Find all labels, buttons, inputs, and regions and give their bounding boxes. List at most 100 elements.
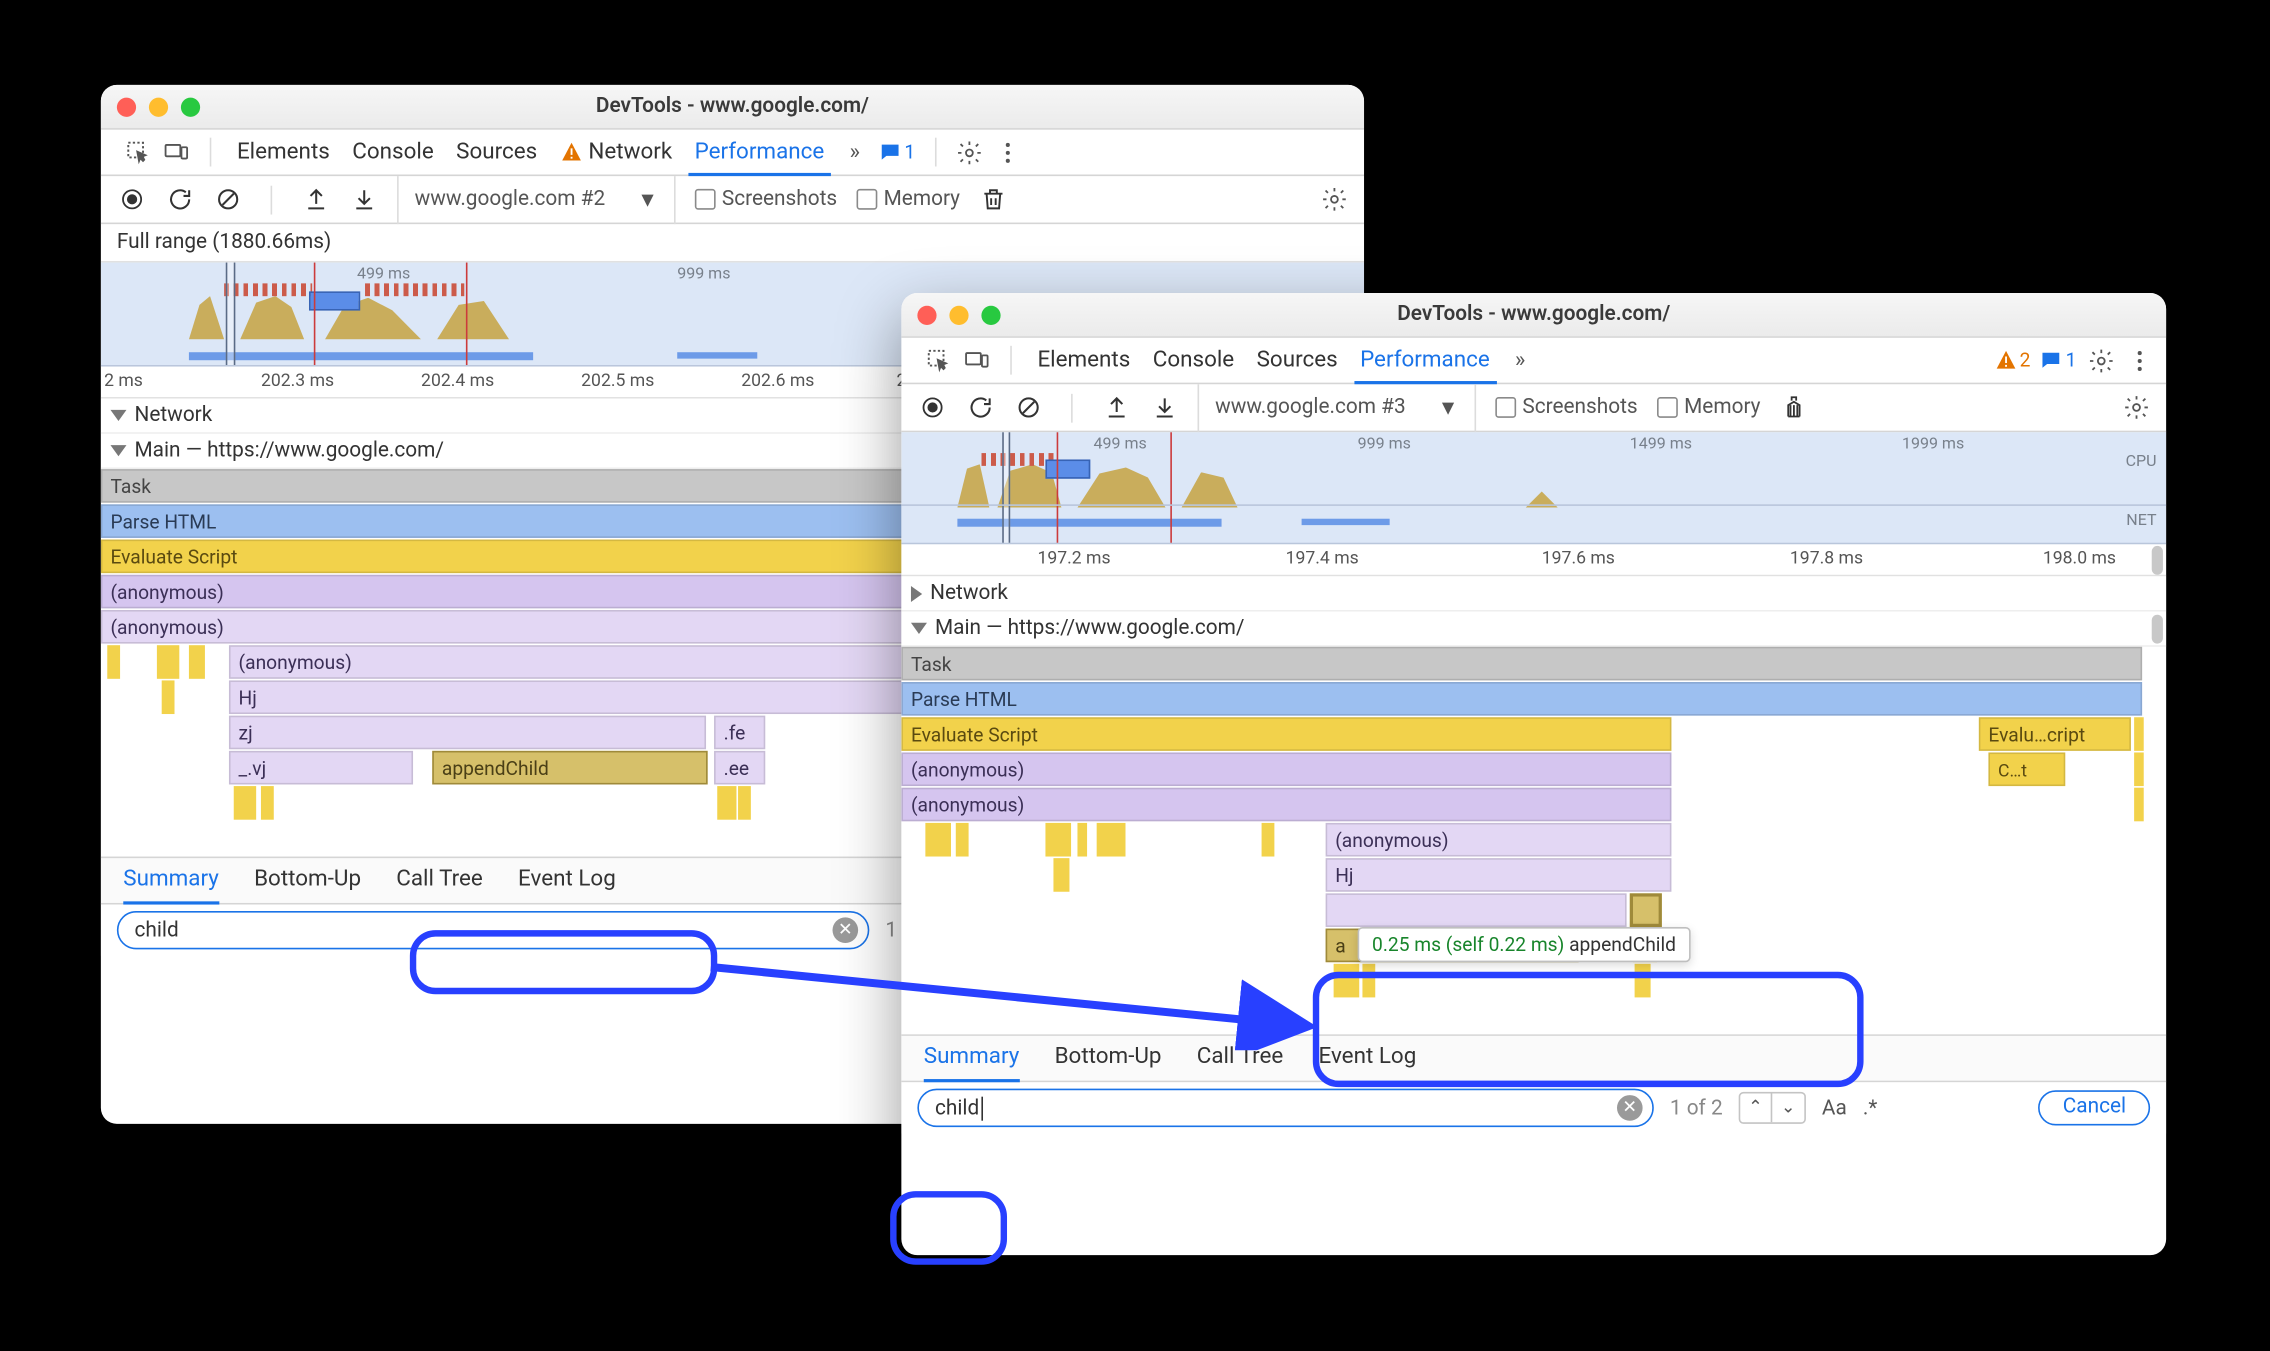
scroll-thumb[interactable] xyxy=(2152,546,2163,575)
flame-zj[interactable]: zj xyxy=(229,716,706,750)
tab-console[interactable]: Console xyxy=(346,129,440,175)
perf-settings-icon[interactable] xyxy=(1319,185,1348,214)
flame-append[interactable]: appendChild xyxy=(432,751,707,785)
tab-sources[interactable]: Sources xyxy=(450,129,544,175)
search-input[interactable]: child ✕ xyxy=(917,1089,1653,1127)
flame-slice[interactable] xyxy=(1630,893,1662,927)
match-case-toggle[interactable]: Aa xyxy=(1822,1096,1847,1120)
flame-slice[interactable] xyxy=(1334,964,1360,998)
tab-elements[interactable]: Elements xyxy=(231,129,337,175)
clear-icon[interactable] xyxy=(1013,393,1042,422)
flame-slice[interactable] xyxy=(162,680,175,714)
tab-console[interactable]: Console xyxy=(1146,337,1240,383)
tab-performance[interactable]: Performance xyxy=(688,130,830,176)
flame-slice[interactable] xyxy=(1045,823,1071,857)
flame-eval-short[interactable]: Evalu…cript xyxy=(1979,717,2131,751)
reload-icon[interactable] xyxy=(165,185,194,214)
flame-anon1[interactable]: (anonymous) xyxy=(901,752,1671,786)
flame-slice[interactable] xyxy=(1362,964,1375,998)
flame-slice[interactable] xyxy=(1262,823,1275,857)
reload-icon[interactable] xyxy=(965,393,994,422)
upload-icon[interactable] xyxy=(1101,393,1130,422)
screenshots-toggle[interactable]: Screenshots xyxy=(1495,395,1638,419)
recording-select[interactable]: www.google.com #3 ▼ xyxy=(1198,383,1476,431)
flame-slice[interactable] xyxy=(157,645,179,679)
screenshots-toggle[interactable]: Screenshots xyxy=(695,187,838,211)
flame-parse[interactable]: Parse HTML xyxy=(901,682,2142,716)
messages-badge[interactable]: 1 xyxy=(879,141,915,163)
perf-settings-icon[interactable] xyxy=(2121,393,2150,422)
download-icon[interactable] xyxy=(349,185,378,214)
trash-icon[interactable] xyxy=(979,185,1008,214)
clear-icon[interactable] xyxy=(213,185,242,214)
device-icon[interactable] xyxy=(962,346,991,375)
flame-ct[interactable]: C…t xyxy=(1988,752,2065,786)
flame-slice[interactable] xyxy=(261,786,274,820)
main-track-header[interactable]: Main — https://www.google.com/ xyxy=(901,612,2166,647)
flame-slice[interactable] xyxy=(2134,752,2144,786)
inspect-icon[interactable] xyxy=(123,138,152,167)
flame-vj[interactable]: _.vj xyxy=(229,751,413,785)
flame-anon3[interactable]: (anonymous) xyxy=(1326,823,1672,857)
flame-slice[interactable] xyxy=(738,786,751,820)
flame-slice[interactable] xyxy=(234,786,256,820)
eventlog-tab[interactable]: Event Log xyxy=(518,855,616,903)
tab-performance[interactable]: Performance xyxy=(1354,338,1496,384)
traffic-lights[interactable] xyxy=(917,305,1000,324)
cancel-button[interactable]: Cancel xyxy=(2039,1090,2150,1125)
flame-slice[interactable] xyxy=(107,645,120,679)
kebab-icon[interactable] xyxy=(994,138,1023,167)
memory-toggle[interactable]: Memory xyxy=(1657,395,1761,419)
flame-slice[interactable] xyxy=(189,645,205,679)
traffic-lights[interactable] xyxy=(117,97,200,116)
bottomup-tab[interactable]: Bottom-Up xyxy=(254,855,361,903)
warnings-badge[interactable]: 2 xyxy=(1994,349,2030,371)
more-tabs-icon[interactable]: » xyxy=(840,138,869,167)
inspect-icon[interactable] xyxy=(924,346,953,375)
messages-badge[interactable]: 1 xyxy=(2040,349,2076,371)
flame-slice[interactable] xyxy=(1635,964,1651,998)
flame-slice[interactable] xyxy=(717,786,736,820)
network-track-header[interactable]: Network xyxy=(901,576,2166,611)
scroll-thumb[interactable] xyxy=(2152,615,2163,644)
flame-fe[interactable]: .fe xyxy=(714,716,765,750)
flame-slice[interactable] xyxy=(2134,717,2144,751)
flame-slice[interactable] xyxy=(1053,858,1069,892)
summary-tab[interactable]: Summary xyxy=(123,857,219,905)
flame-hj[interactable]: Hj xyxy=(229,680,909,714)
flame-eval[interactable]: Evaluate Script xyxy=(901,717,1671,751)
calltree-tab[interactable]: Call Tree xyxy=(396,855,483,903)
upload-icon[interactable] xyxy=(301,185,330,214)
flame-ee[interactable]: .ee xyxy=(714,751,765,785)
memory-toggle[interactable]: Memory xyxy=(856,187,960,211)
record-icon[interactable] xyxy=(117,185,146,214)
tab-sources[interactable]: Sources xyxy=(1250,337,1344,383)
download-icon[interactable] xyxy=(1150,393,1179,422)
kebab-icon[interactable] xyxy=(2125,346,2154,375)
more-tabs-icon[interactable]: » xyxy=(1506,346,1535,375)
flame-slice[interactable] xyxy=(2134,788,2144,822)
flame-slice[interactable] xyxy=(1097,823,1126,857)
flame-task[interactable]: Task xyxy=(901,647,2142,681)
flame-hj[interactable]: Hj xyxy=(1326,858,1672,892)
flame-slice[interactable] xyxy=(925,823,951,857)
flame-slice[interactable] xyxy=(1326,893,1627,927)
tab-elements[interactable]: Elements xyxy=(1031,337,1137,383)
settings-icon[interactable] xyxy=(955,138,984,167)
collect-garbage-icon[interactable] xyxy=(1780,393,1809,422)
search-nav[interactable]: ⌃⌄ xyxy=(1739,1092,1806,1124)
clear-search-icon[interactable]: ✕ xyxy=(1617,1095,1643,1121)
recording-select[interactable]: www.google.com #2 ▼ xyxy=(397,175,675,223)
flame-slice[interactable] xyxy=(1077,823,1087,857)
regex-toggle[interactable]: .* xyxy=(1863,1096,1877,1120)
eventlog-tab[interactable]: Event Log xyxy=(1319,1033,1417,1081)
settings-icon[interactable] xyxy=(2086,346,2115,375)
flame-slice[interactable] xyxy=(956,823,969,857)
device-icon[interactable] xyxy=(162,138,191,167)
time-ruler[interactable]: 197.2 ms 197.4 ms 197.6 ms 197.8 ms 198.… xyxy=(901,544,2166,576)
flame-anon3[interactable]: (anonymous) xyxy=(229,645,909,679)
timeline-overview[interactable]: 499 ms 999 ms 1499 ms 1999 ms CPU NET xyxy=(901,432,2166,544)
tab-network[interactable]: Network xyxy=(553,129,678,175)
record-icon[interactable] xyxy=(917,393,946,422)
flame-anon2[interactable]: (anonymous) xyxy=(901,788,1671,822)
